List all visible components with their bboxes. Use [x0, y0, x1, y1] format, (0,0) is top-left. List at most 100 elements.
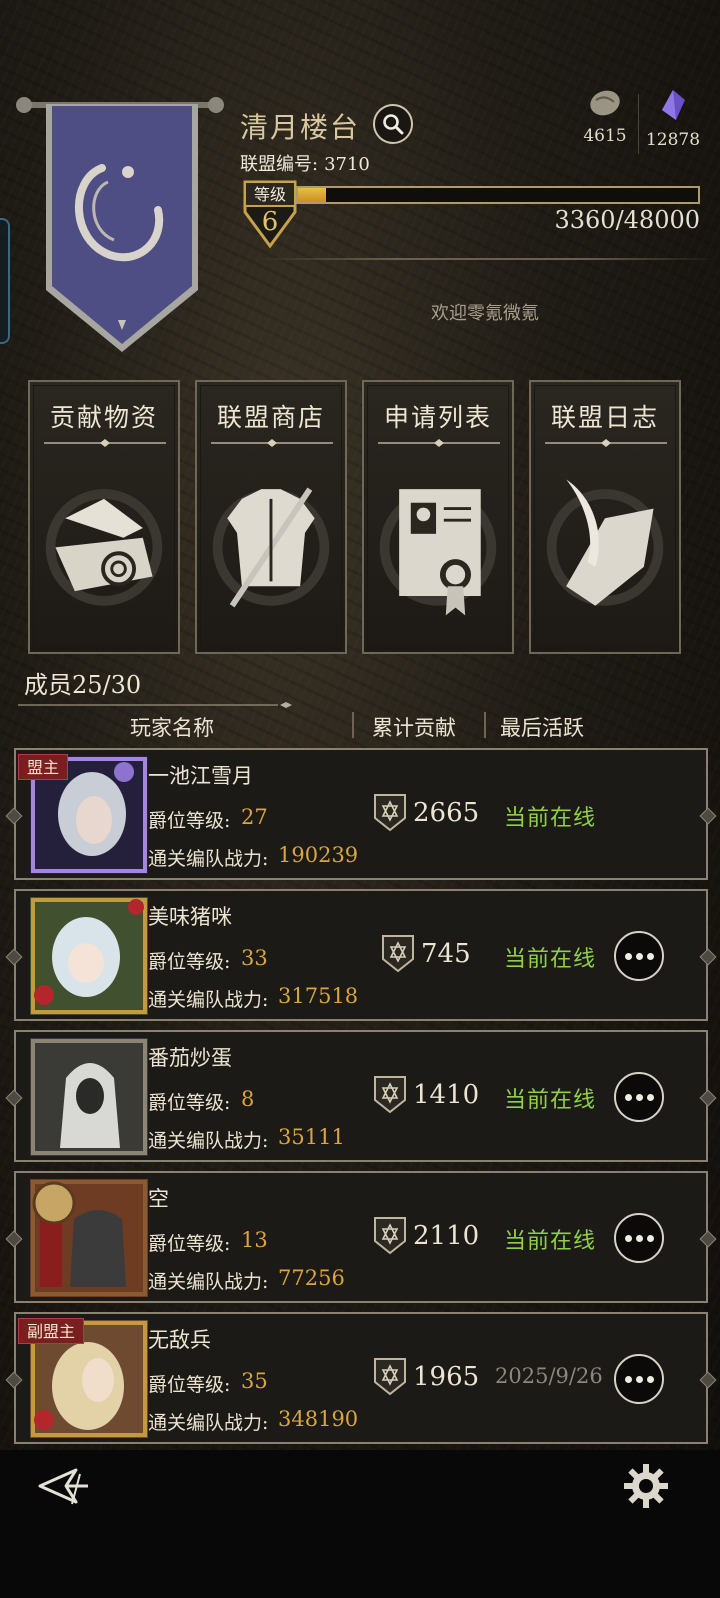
member-contribution: 2665 [413, 798, 480, 828]
row-ornament [699, 948, 717, 966]
contribute-supplies-button[interactable]: 贡献物资 [28, 380, 180, 654]
more-dot-icon [646, 952, 654, 960]
application-scroll-icon [379, 489, 497, 616]
more-dot-icon [624, 1375, 632, 1383]
row-ornament [699, 1230, 717, 1248]
search-button[interactable] [373, 104, 413, 144]
armor-shop-icon [212, 487, 330, 608]
member-level-label: 爵位等级: [148, 810, 231, 832]
column-header-name: 玩家名称 [130, 716, 214, 740]
panel-title-log: 联盟日志 [550, 403, 659, 432]
more-dot-icon [635, 1093, 643, 1101]
alliance-xp-fill [298, 188, 326, 202]
role-tag: 副盟主 [18, 1318, 85, 1344]
row-ornament [5, 1230, 23, 1248]
column-separator [352, 712, 354, 738]
settings-gear-icon[interactable] [622, 1462, 670, 1510]
row-ornament [699, 1089, 717, 1107]
member-power-label: 通关编队战力: [148, 1412, 269, 1434]
member-contribution: 1965 [413, 1362, 480, 1392]
member-list[interactable]: 盟主 一池江雪月 爵位等级: 27 通关编队战力: 190239 2665 当前… [0, 744, 720, 1450]
alliance-id-value: 3710 [324, 154, 370, 175]
member-more-button[interactable] [614, 1213, 664, 1263]
welcome-divider [256, 258, 716, 260]
level-label: 等级 [254, 185, 286, 204]
contribution-emblem-icon [374, 1076, 406, 1114]
member-power-label: 通关编队战力: [148, 989, 269, 1011]
more-dot-icon [624, 1234, 632, 1242]
contribution-emblem-icon [382, 935, 414, 973]
member-row[interactable]: 番茄炒蛋 爵位等级: 8 通关编队战力: 35111 1410 当前在线 [5, 1030, 717, 1162]
member-last-active-date: 2025/9/26 [495, 1364, 603, 1388]
row-ornament [5, 1371, 23, 1389]
alliance-id-row: 联盟编号: 3710 [240, 150, 370, 176]
contribution-emblem-icon [374, 794, 406, 832]
member-level-value: 35 [241, 1369, 268, 1393]
panel-divider [211, 439, 333, 447]
member-level-value: 8 [241, 1087, 255, 1111]
member-more-button[interactable] [614, 1354, 664, 1404]
member-power-value: 77256 [278, 1266, 345, 1290]
currency-crystal-value: 12878 [645, 130, 701, 150]
member-count: 成员25/30 [24, 671, 142, 699]
alliance-log-button[interactable]: 联盟日志 [529, 380, 681, 654]
member-count-underline [18, 702, 292, 708]
currency-stone[interactable]: 4615 [570, 88, 640, 146]
member-status-online: 当前在线 [504, 1229, 597, 1254]
more-dot-icon [635, 952, 643, 960]
member-power-value: 317518 [278, 984, 359, 1008]
back-button[interactable] [36, 1464, 92, 1508]
role-tag: 盟主 [18, 754, 69, 780]
member-power-value: 35111 [278, 1125, 345, 1149]
contribution-emblem-icon [374, 1217, 406, 1255]
member-power-label: 通关编队战力: [148, 1271, 269, 1293]
member-power-value: 190239 [278, 843, 359, 867]
column-separator [484, 712, 486, 738]
alliance-shop-button[interactable]: 联盟商店 [195, 380, 347, 654]
member-level-label: 爵位等级: [148, 1233, 231, 1255]
more-dot-icon [646, 1375, 654, 1383]
alliance-id-label: 联盟编号: [240, 154, 319, 175]
member-row[interactable]: 副盟主 无敌兵 爵位等级: 35 通关编队战力: 348190 1965 202… [5, 1312, 717, 1444]
member-row[interactable]: 美味猪咪 爵位等级: 33 通关编队战力: 317518 745 当前在线 [5, 889, 717, 1021]
more-dot-icon [624, 1093, 632, 1101]
more-dot-icon [646, 1234, 654, 1242]
member-status-online: 当前在线 [504, 806, 597, 831]
member-row[interactable]: 盟主 一池江雪月 爵位等级: 27 通关编队战力: 190239 2665 当前… [5, 748, 717, 880]
row-ornament [5, 807, 23, 825]
column-header-last-active: 最后活跃 [500, 716, 584, 740]
member-more-button[interactable] [614, 931, 664, 981]
member-level-value: 27 [241, 805, 268, 829]
member-avatar[interactable] [30, 1179, 148, 1297]
member-power-label: 通关编队战力: [148, 1130, 269, 1152]
member-name: 空 [148, 1187, 169, 1211]
member-more-button[interactable] [614, 1072, 664, 1122]
alliance-xp-bar [296, 186, 700, 204]
level-badge: 等级 6 [243, 180, 297, 249]
member-contribution: 2110 [413, 1221, 480, 1251]
more-dot-icon [646, 1093, 654, 1101]
panel-divider [378, 439, 500, 447]
application-list-button[interactable]: 申请列表 [362, 380, 514, 654]
member-contribution: 745 [421, 939, 471, 969]
more-dot-icon [635, 1375, 643, 1383]
member-level-label: 爵位等级: [148, 1374, 231, 1396]
currency-crystal[interactable]: 12878 [638, 88, 708, 150]
member-level-value: 13 [241, 1228, 268, 1252]
alliance-xp-text: 3360/48000 [554, 206, 700, 234]
member-status-online: 当前在线 [504, 1088, 597, 1113]
member-name: 一池江雪月 [148, 764, 253, 788]
currency-stone-value: 4615 [583, 126, 627, 146]
alliance-banner-emblem [16, 97, 224, 352]
side-drawer-handle[interactable] [0, 218, 10, 344]
member-avatar[interactable] [30, 897, 148, 1015]
search-icon [383, 114, 404, 135]
contribution-emblem-icon [374, 1358, 406, 1396]
row-ornament [699, 1371, 717, 1389]
member-avatar[interactable] [30, 1038, 148, 1156]
member-power-value: 348190 [278, 1407, 359, 1431]
member-row[interactable]: 空 爵位等级: 13 通关编队战力: 77256 2110 当前在线 [5, 1171, 717, 1303]
row-ornament [5, 948, 23, 966]
stone-icon [590, 90, 620, 116]
row-ornament [699, 807, 717, 825]
